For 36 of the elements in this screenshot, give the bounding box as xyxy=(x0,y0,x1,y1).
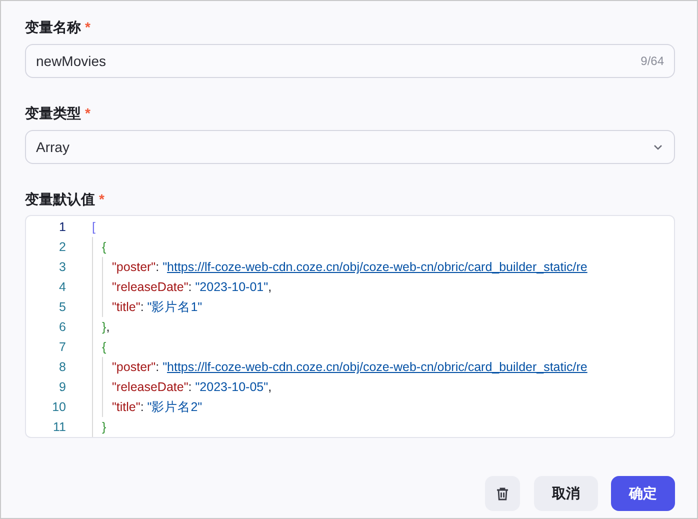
code-line: } xyxy=(102,420,106,434)
required-mark: * xyxy=(85,18,90,36)
line-number: 1 xyxy=(58,220,66,234)
delete-button[interactable] xyxy=(485,476,520,511)
required-mark: * xyxy=(99,190,104,208)
code-line: "title": "影片名2" xyxy=(112,398,202,416)
line-number: 2 xyxy=(58,240,66,254)
code-line: "title": "影片名1" xyxy=(112,298,202,316)
code-line: "poster": "https://lf-coze-web-cdn.coze.cn/obj/coze-web-cn/obric/card_builder_static/re xyxy=(112,360,588,374)
line-number: 5 xyxy=(58,300,66,314)
confirm-button[interactable]: 确定 xyxy=(611,476,675,511)
type-dropdown[interactable]: Array xyxy=(25,130,675,164)
line-number: 8 xyxy=(58,360,66,374)
field-label: 变量名称 xyxy=(25,18,81,36)
line-number: 6 xyxy=(58,320,66,334)
line-number: 4 xyxy=(58,280,66,294)
cancel-button[interactable]: 取消 xyxy=(534,476,598,511)
code-editor[interactable] xyxy=(25,215,675,438)
character-counter: 9/64 xyxy=(640,54,664,68)
line-number: 11 xyxy=(52,420,66,434)
code-line: { xyxy=(102,240,106,254)
code-line: { xyxy=(102,340,106,354)
required-mark: * xyxy=(85,104,90,122)
code-line: "releaseDate": "2023-10-05", xyxy=(112,380,272,394)
line-number: 9 xyxy=(58,380,66,394)
field-label: 变量类型 xyxy=(25,104,81,122)
code-line: "releaseDate": "2023-10-01", xyxy=(112,280,272,294)
field-label: 变量默认值 xyxy=(25,190,95,208)
code-line: [ xyxy=(92,220,96,234)
trash-icon xyxy=(496,486,509,500)
name-input-field[interactable]: newMovies 9/64 xyxy=(25,44,675,78)
code-line: "poster": "https://lf-coze-web-cdn.coze.cn/obj/coze-web-cn/obric/card_builder_static/re xyxy=(112,260,588,274)
code-line: }, xyxy=(102,320,110,334)
line-number: 7 xyxy=(58,340,66,354)
line-number: 3 xyxy=(58,260,66,274)
line-number: 10 xyxy=(51,400,66,414)
